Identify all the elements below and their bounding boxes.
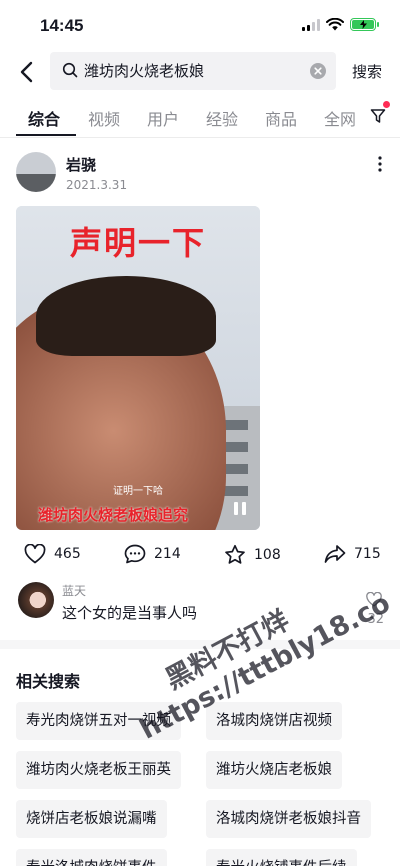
- post-header: 岩骁 2021.3.31: [0, 152, 400, 200]
- commenter-avatar[interactable]: [18, 582, 54, 618]
- cellular-signal-icon: [302, 18, 320, 31]
- like-button[interactable]: 465: [24, 544, 81, 564]
- video-overlay-title: 声明一下: [69, 224, 206, 262]
- favorite-count: 108: [254, 546, 281, 563]
- search-box[interactable]: 潍坊肉火烧老板娘: [50, 52, 336, 90]
- comment-button[interactable]: 214: [124, 544, 181, 564]
- tab-experience[interactable]: 经验: [206, 106, 238, 130]
- related-search-chip[interactable]: 潍坊火烧店老板娘: [206, 751, 342, 789]
- related-search-chip[interactable]: 烧饼店老板娘说漏嘴: [16, 800, 167, 838]
- post-actions: 465 214 108 715: [0, 544, 400, 570]
- share-button[interactable]: 715: [324, 544, 381, 564]
- comment-icon: [124, 544, 146, 564]
- comment-text: 这个女的是当事人吗: [62, 604, 198, 622]
- favorite-button[interactable]: 108: [224, 544, 281, 565]
- commenter-name[interactable]: 蓝天: [62, 582, 86, 599]
- search-input[interactable]: 潍坊肉火烧老板娘: [84, 52, 304, 90]
- filter-icon: [370, 109, 386, 123]
- back-arrow-icon[interactable]: [16, 60, 40, 84]
- share-arrow-icon: [324, 545, 346, 563]
- related-search-chip[interactable]: 潍坊肉火烧老板王丽英: [16, 751, 181, 789]
- tab-products[interactable]: 商品: [265, 106, 297, 130]
- related-search-chip[interactable]: 寿光洛城肉烧饼事件: [16, 849, 167, 866]
- status-icons: [302, 18, 379, 31]
- search-icon: [62, 62, 78, 78]
- tab-video[interactable]: 视频: [88, 106, 120, 130]
- author-name[interactable]: 岩骁: [66, 154, 96, 175]
- post-date: 2021.3.31: [66, 178, 128, 192]
- status-time: 14:45: [40, 16, 84, 35]
- tab-users[interactable]: 用户: [147, 106, 179, 130]
- video-hair: [36, 276, 216, 356]
- search-bar-row: 潍坊肉火烧老板娘 搜索: [0, 52, 400, 92]
- related-searches-title: 相关搜索: [16, 672, 81, 691]
- heart-icon: [24, 544, 46, 564]
- star-icon: [225, 544, 245, 564]
- video-subtitle: 证明一下哈: [113, 486, 163, 497]
- filter-button[interactable]: [352, 98, 400, 136]
- battery-charging-icon: [350, 18, 379, 31]
- related-search-chip[interactable]: 洛城肉烧饼店视频: [206, 702, 342, 740]
- active-tab-indicator: [16, 134, 76, 136]
- search-button[interactable]: 搜索: [352, 61, 382, 82]
- avatar[interactable]: [16, 152, 56, 192]
- wifi-icon: [326, 18, 344, 31]
- search-tabs: 综合 视频 用户 经验 商品 全网: [0, 98, 400, 138]
- more-options-icon[interactable]: [378, 156, 382, 172]
- video-player[interactable]: 声明一下 证明一下哈 潍坊肉火烧老板娘追究: [16, 206, 260, 530]
- tab-comprehensive[interactable]: 综合: [28, 106, 60, 130]
- comment-count: 214: [154, 546, 181, 562]
- status-bar: 14:45: [0, 0, 400, 52]
- related-search-chip[interactable]: 洛城肉烧饼老板娘抖音: [206, 800, 371, 838]
- related-search-chip[interactable]: 寿光火烧铺事件后续: [206, 849, 357, 866]
- like-count: 465: [54, 546, 81, 562]
- clear-search-icon[interactable]: [310, 63, 326, 79]
- notification-dot: [383, 101, 390, 108]
- video-banner-text: 潍坊肉火烧老板娘追究: [38, 506, 189, 524]
- share-count: 715: [354, 546, 381, 562]
- pause-icon[interactable]: [234, 502, 246, 515]
